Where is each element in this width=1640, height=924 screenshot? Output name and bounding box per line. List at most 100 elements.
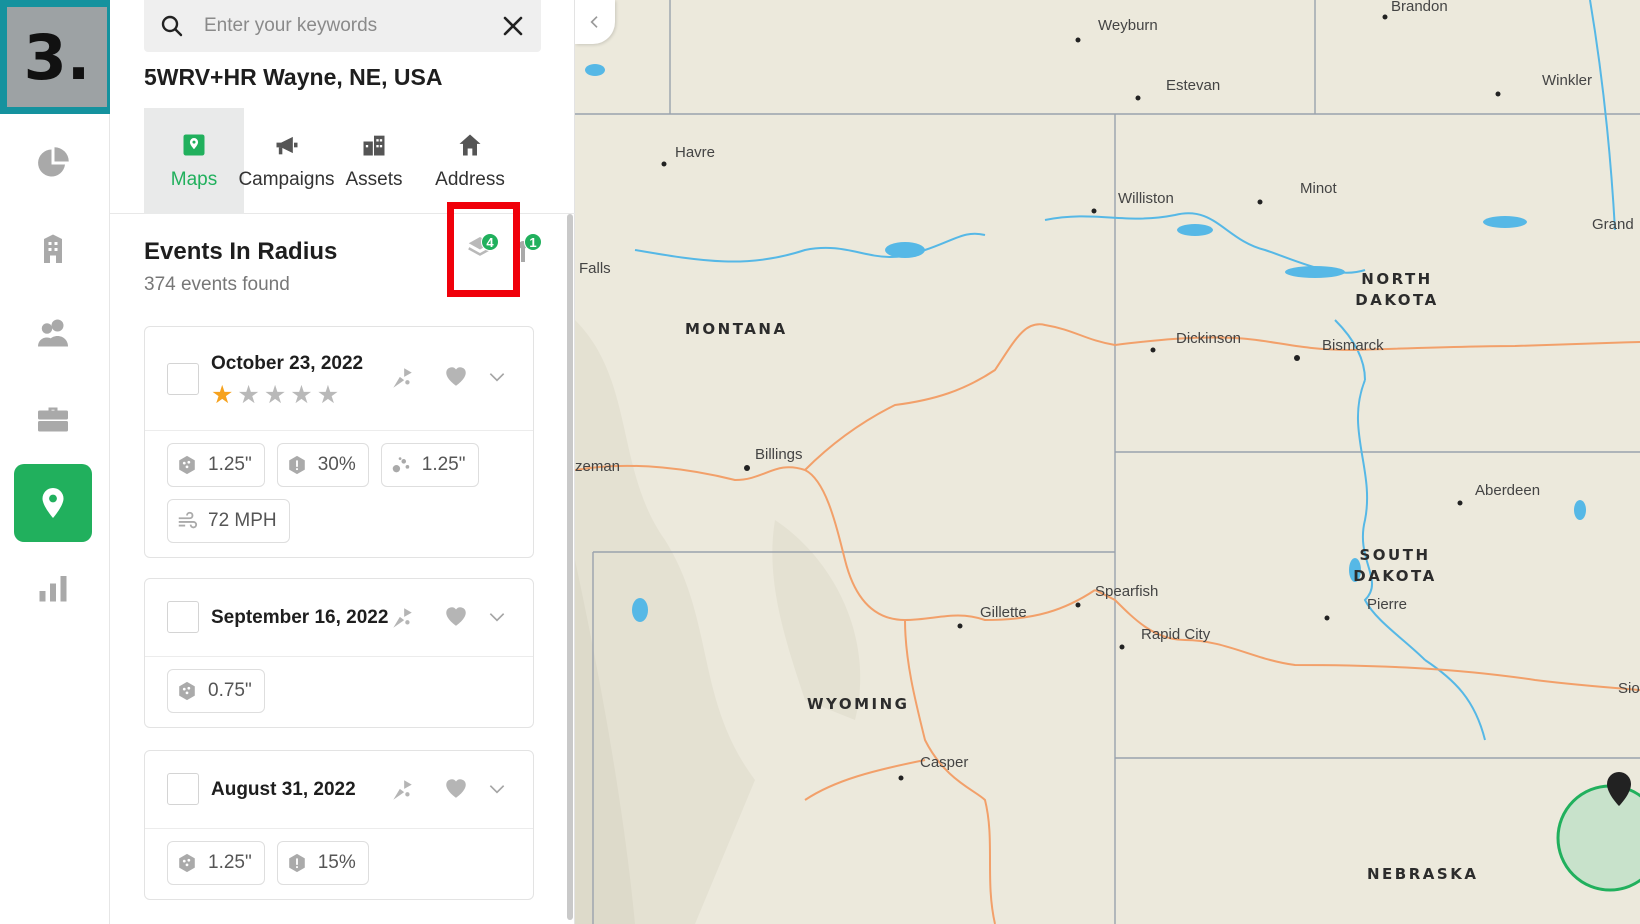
- side-panel: 5WRV+HR Wayne, NE, USA Maps Campaigns As…: [110, 0, 575, 924]
- event-checkbox[interactable]: [167, 363, 199, 395]
- state-label: SOUTH DAKOTA: [1353, 546, 1437, 585]
- tab-maps[interactable]: Maps: [144, 108, 244, 214]
- metric-value: 72 MPH: [208, 510, 277, 531]
- heart-icon[interactable]: [443, 363, 469, 389]
- step-badge: 3.: [0, 0, 114, 114]
- buildings-icon: [363, 135, 385, 156]
- city-label: Sio: [1618, 680, 1640, 697]
- nav-jobs[interactable]: [14, 379, 92, 457]
- chevron-down-icon[interactable]: [487, 367, 507, 387]
- city-label: Brandon: [1391, 0, 1448, 15]
- nav-reports[interactable]: [14, 549, 92, 627]
- star-icon[interactable]: ★: [290, 383, 312, 408]
- metric-chip: 1.25": [380, 443, 479, 487]
- event-checkbox[interactable]: [167, 601, 199, 633]
- event-card-header[interactable]: August 31, 2022: [145, 751, 533, 829]
- event-checkbox[interactable]: [167, 773, 199, 805]
- rating-stars[interactable]: ★ ★ ★ ★ ★: [211, 383, 339, 408]
- city-label: Williston: [1118, 190, 1174, 207]
- metric-value: 1.25": [421, 454, 466, 475]
- building-icon: [44, 234, 62, 263]
- close-icon[interactable]: [501, 14, 525, 38]
- home-icon: [459, 134, 481, 156]
- city-label: Spearfish: [1095, 583, 1159, 600]
- tab-bar: Maps Campaigns Assets Address: [110, 108, 575, 214]
- event-metrics: 1.25" 30% 1.25" 72 MPH: [145, 431, 533, 557]
- nav-dashboard[interactable]: [14, 124, 92, 202]
- nav-rail: [0, 114, 110, 924]
- star-icon[interactable]: ★: [211, 383, 233, 408]
- tab-campaigns[interactable]: Campaigns: [234, 108, 339, 214]
- nav-maps[interactable]: [14, 464, 92, 542]
- tab-assets[interactable]: Assets: [334, 108, 414, 214]
- chevron-down-icon[interactable]: [487, 779, 507, 799]
- briefcase-icon: [38, 407, 68, 432]
- pie-chart-icon: [38, 147, 69, 177]
- tab-label: Campaigns: [238, 169, 335, 190]
- city-label: Rapid City: [1141, 626, 1211, 643]
- address-title: 5WRV+HR Wayne, NE, USA: [144, 64, 443, 90]
- metric-chip: 15%: [276, 841, 369, 885]
- nav-properties[interactable]: [14, 209, 92, 287]
- event-card-header[interactable]: October 23, 2022 ★ ★ ★ ★ ★: [145, 327, 533, 431]
- city-label: Minot: [1300, 180, 1337, 197]
- metric-value: 15%: [317, 852, 356, 873]
- city-label: Grand: [1592, 216, 1634, 233]
- chevron-left-icon: [590, 16, 598, 28]
- map-canvas: [575, 0, 1640, 924]
- metric-chip: 1.25": [167, 443, 265, 487]
- bar-chart-icon: [39, 576, 67, 602]
- step-number: 3.: [7, 7, 107, 107]
- heart-icon[interactable]: [443, 775, 469, 801]
- event-date: August 31, 2022: [211, 779, 356, 800]
- state-label: MONTANA: [685, 320, 788, 338]
- tab-label: Maps: [170, 169, 218, 190]
- metric-value: 1.25": [208, 454, 252, 475]
- city-label: Billings: [755, 446, 803, 463]
- storm-icon[interactable]: [389, 605, 415, 631]
- event-card-header[interactable]: September 16, 2022: [145, 579, 533, 657]
- event-date: October 23, 2022: [211, 353, 364, 374]
- map-view[interactable]: MONTANA NORTH DAKOTA SOUTH DAKOTA WYOMIN…: [575, 0, 1640, 924]
- heart-icon[interactable]: [443, 603, 469, 629]
- scrollbar[interactable]: [567, 214, 573, 920]
- star-icon[interactable]: ★: [237, 383, 259, 408]
- app-screen: 3. 5WRV+HR Wayne, NE, USA: [0, 0, 1640, 924]
- probability-icon: [288, 853, 305, 873]
- users-icon: [38, 319, 68, 347]
- event-card: August 31, 2022 1.25" 15%: [144, 750, 534, 900]
- metric-value: 0.75": [208, 680, 252, 701]
- state-label: NORTH DAKOTA: [1355, 270, 1439, 309]
- city-label: Winkler: [1542, 72, 1593, 89]
- city-label: Estevan: [1166, 77, 1221, 94]
- tab-address[interactable]: Address: [420, 108, 520, 214]
- event-date: September 16, 2022: [211, 607, 389, 628]
- event-card: September 16, 2022 0.75": [144, 578, 534, 728]
- storm-icon[interactable]: [389, 777, 415, 803]
- city-label: Falls: [579, 260, 611, 277]
- city-label: zeman: [575, 458, 621, 475]
- hail-scatter-icon: [392, 457, 410, 473]
- probability-icon: [288, 455, 305, 475]
- metric-chip: 1.25": [167, 841, 265, 885]
- search-input[interactable]: [204, 15, 491, 37]
- metric-value: 30%: [317, 454, 356, 475]
- city-label: Dickinson: [1176, 330, 1242, 347]
- star-icon[interactable]: ★: [264, 383, 286, 408]
- metric-chip: 0.75": [167, 669, 265, 713]
- tab-label: Address: [435, 169, 505, 190]
- marker-count-badge: 1: [524, 233, 542, 251]
- hail-icon: [179, 455, 195, 475]
- chevron-down-icon[interactable]: [487, 607, 507, 627]
- city-label: Aberdeen: [1475, 482, 1541, 499]
- hail-icon: [179, 853, 195, 873]
- hail-icon: [179, 681, 195, 701]
- storm-icon[interactable]: [389, 365, 415, 391]
- nav-contacts[interactable]: [14, 294, 92, 372]
- highlight-box: [447, 202, 520, 297]
- event-card: October 23, 2022 ★ ★ ★ ★ ★ 1.25" 30% 1.2…: [144, 326, 534, 558]
- tab-label: Assets: [345, 169, 403, 190]
- map-pin-icon: [42, 488, 64, 518]
- search-icon: [161, 15, 183, 37]
- star-icon[interactable]: ★: [317, 383, 339, 408]
